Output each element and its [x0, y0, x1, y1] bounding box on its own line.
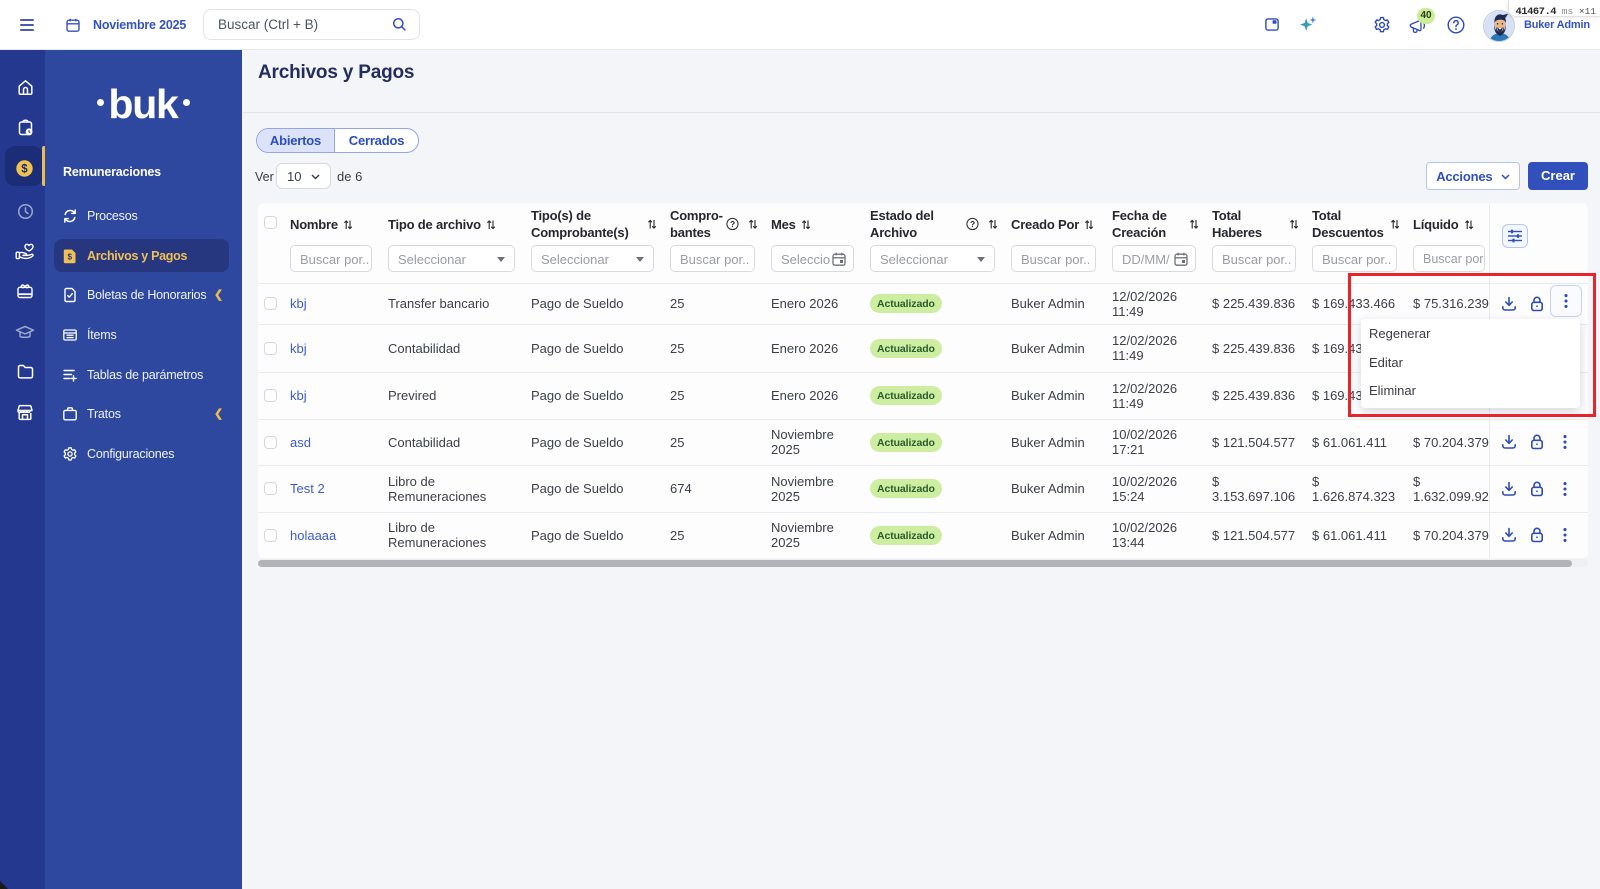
svg-text:$: $ — [67, 252, 72, 261]
svg-text:?: ? — [730, 219, 735, 229]
svg-text:?: ? — [970, 219, 975, 229]
svg-text:$: $ — [21, 164, 28, 176]
